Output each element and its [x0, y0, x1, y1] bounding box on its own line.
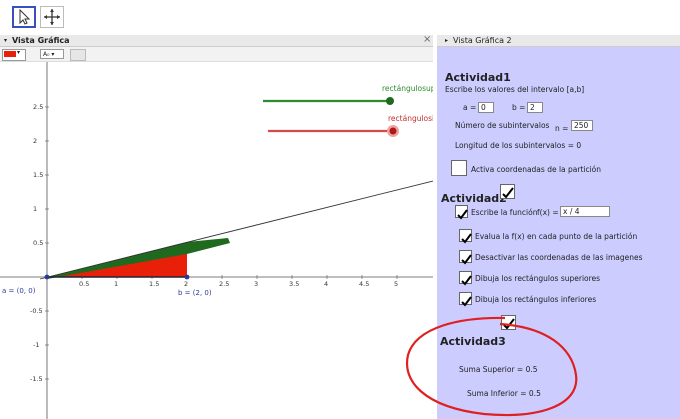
x-tick-label: 3.5 [289, 280, 299, 288]
a-input[interactable]: 0 [478, 102, 494, 113]
x-tick-label: 3 [254, 280, 258, 288]
actividad1-title: Actividad1 [445, 71, 511, 84]
function-line [39, 180, 433, 280]
check-icon [461, 296, 472, 307]
graphics-view2-header: ▸ Vista Gráfica 2 [437, 35, 680, 47]
graphics-view-header: ▾ Vista Gráfica × [0, 35, 433, 47]
y-tick-label: 1.5 [33, 171, 43, 179]
close-icon[interactable]: × [423, 35, 431, 45]
point-b[interactable] [184, 274, 190, 280]
x-tick-label: 0.5 [79, 280, 89, 288]
check-icon [461, 254, 472, 265]
b-input[interactable]: 2 [527, 102, 543, 113]
x-tick-label: 4 [324, 280, 328, 288]
x-tick-label: 4.5 [359, 280, 369, 288]
collapse-icon[interactable]: ▾ [4, 35, 7, 46]
slider-sup-label: rectángulosup [382, 84, 433, 93]
y-tick-label: 2.5 [33, 103, 43, 111]
subinterval-length: Longitud de los subintervalos = 0 [455, 141, 582, 150]
color-picker-button[interactable]: ▾ [2, 49, 26, 61]
evaluate-checkbox[interactable] [459, 229, 472, 244]
actividad2-title: Actividad2 [441, 192, 507, 205]
font-size-button[interactable]: A₀ ▾ [40, 49, 64, 59]
deactivate-coords-checkbox[interactable] [459, 250, 472, 265]
lower-rects-checkbox[interactable] [459, 292, 472, 307]
func-input[interactable]: x / 4 [560, 206, 610, 217]
graphics-view-title: Vista Gráfica [12, 36, 70, 45]
x-tick-label: 1.5 [149, 280, 159, 288]
b-label: b = [512, 103, 526, 112]
x-tick-label: 2 [184, 280, 188, 288]
n-input[interactable]: 250 [571, 120, 593, 131]
point-b-label: b = (2, 0) [178, 289, 212, 297]
y-tick-label: 2 [33, 137, 37, 145]
func-checkbox[interactable] [455, 205, 468, 220]
style-bar: ▾ A₀ ▾ [0, 47, 433, 62]
lower-rects-label: Dibuja los rectángulos inferiores [475, 295, 597, 304]
annotation-stroke [405, 316, 578, 417]
partition-label: Activa coordenadas de la partición [471, 165, 602, 174]
a-label: a = [463, 103, 477, 112]
y-tick-label: -1 [33, 341, 39, 349]
x-tick-label: 5 [394, 280, 398, 288]
evaluate-label: Evalua la f(x) en cada punto de la parti… [475, 232, 638, 241]
func-symbol: f(x) = [537, 208, 559, 217]
partition-checkbox[interactable] [451, 160, 467, 176]
slider-inf-handle[interactable] [389, 127, 397, 135]
color-swatch [4, 51, 16, 57]
check-icon [502, 187, 514, 199]
n-symbol: n = [555, 124, 569, 133]
check-icon [457, 209, 468, 220]
y-tick-label: -0.5 [30, 307, 43, 315]
move-tool-button[interactable] [12, 6, 36, 28]
y-tick-label: -1.5 [30, 375, 43, 383]
deactivate-coords-label: Desactivar las coordenadas de las imagen… [475, 253, 643, 262]
upper-rects-checkbox[interactable] [459, 271, 472, 286]
y-tick-label: 1 [33, 205, 37, 213]
cursor-arrow-icon [19, 8, 31, 25]
graphics-view2-title: Vista Gráfica 2 [453, 36, 512, 45]
x-tick-label: 2.5 [219, 280, 229, 288]
slider-inf-label: rectángulosin [388, 114, 433, 123]
annotation-circle [405, 316, 578, 417]
check-icon [461, 233, 472, 244]
y-tick-label: 0.5 [33, 239, 43, 247]
expand-icon[interactable]: ▸ [445, 35, 448, 46]
check-icon [461, 275, 472, 286]
upper-rects-label: Dibuja los rectángulos superiores [475, 274, 601, 283]
point-a[interactable] [44, 274, 50, 280]
func-label: Escribe la función [471, 208, 538, 217]
graphics-canvas[interactable]: 0.5 1 1.5 2 2.5 3 3.5 4 4.5 5 2.5 2 1.5 1 0.5 -0.5 -1 -1.… [0, 62, 433, 419]
actividad2-checkbox[interactable] [500, 184, 515, 199]
x-tick-label: 1 [114, 280, 118, 288]
move-graphics-tool-button[interactable] [40, 6, 64, 28]
interval-instruction: Escribe los valores del intervalo [a,b] [445, 85, 585, 94]
slider-sup-handle[interactable] [386, 97, 394, 105]
subintervals-label: Número de subintervalos [455, 121, 550, 130]
toolbar [0, 0, 680, 34]
move-graphics-icon [44, 9, 60, 25]
label-style-button[interactable] [70, 49, 86, 61]
point-a-label: a = (0, 0) [2, 287, 36, 295]
chevron-down-icon: ▾ [17, 49, 21, 56]
